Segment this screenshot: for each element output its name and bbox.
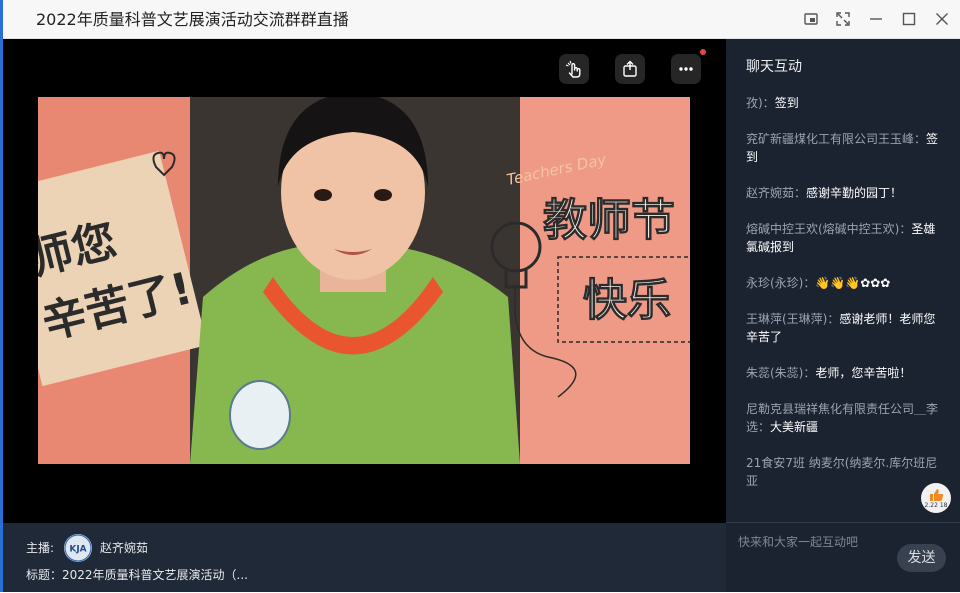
- video-frame[interactable]: 师您 辛苦了! Teachers Day 教师节 快乐: [38, 97, 690, 464]
- chat-text: 签到: [774, 96, 799, 110]
- video-player[interactable]: 师您 辛苦了! Teachers Day 教师节 快乐: [3, 39, 726, 523]
- avatar[interactable]: KJA: [64, 534, 92, 562]
- chat-message: 赵齐婉茹：感谢辛勤的园丁！: [746, 184, 946, 202]
- share-button[interactable]: [615, 54, 645, 84]
- send-button[interactable]: 发送: [897, 544, 946, 572]
- pin-window-icon[interactable]: [801, 9, 821, 29]
- chat-text: 感谢辛勤的园丁！: [806, 186, 903, 200]
- chat-sender: 永珍(永珍)：: [746, 276, 816, 290]
- hand-pointer-icon: [565, 60, 581, 78]
- gesture-button[interactable]: [559, 54, 589, 84]
- window-title: 2022年质量科普文艺展演活动交流群群直播: [36, 10, 349, 29]
- chat-message: 朱蕊(朱蕊)：老师，您辛苦啦！: [746, 364, 946, 382]
- chat-sender: 熔碱中控王欢(熔碱中控王欢)：: [746, 222, 912, 236]
- chat-text: 老师，您辛苦啦！: [815, 366, 912, 380]
- more-icon: [679, 67, 693, 71]
- host-label: 主播:: [26, 541, 55, 555]
- chat-text: 👋👋👋✿✿✿: [815, 276, 891, 290]
- chat-input-area: 快来和大家一起互动吧 发送: [726, 522, 960, 593]
- live-topic: 标题：2022年质量科普文艺展演活动（...: [26, 568, 248, 582]
- chat-sender: 朱蕊(朱蕊)：: [746, 366, 816, 380]
- chat-text: 大美新疆: [770, 420, 819, 434]
- chat-sender: 21食安7班 纳麦尔(纳麦尔.库尔班尼亚: [746, 456, 938, 488]
- avatar-logo-text: KJA: [69, 545, 86, 555]
- share-icon: [623, 60, 637, 77]
- title-bar: 2022年质量科普文艺展演活动交流群群直播: [3, 0, 960, 39]
- notification-dot: [700, 49, 706, 55]
- chat-message: 永珍(永珍)：👋👋👋✿✿✿: [746, 274, 946, 292]
- chat-sender: 王琳萍(王琳萍)：: [746, 312, 840, 326]
- chat-sender: 孜)：: [746, 96, 775, 110]
- close-icon[interactable]: [932, 9, 952, 29]
- host-info-bar: 主播: KJA 赵齐婉茹 标题：2022年质量科普文艺展演活动（...: [3, 523, 726, 592]
- fullscreen-icon[interactable]: [833, 9, 853, 29]
- chat-title: 聊天互动: [746, 59, 802, 75]
- chat-panel: 聊天互动 孜)：签到 兖矿新疆煤化工有限公司王玉峰：签到 赵齐婉茹：感谢辛勤的园…: [726, 39, 960, 592]
- video-content: 师您 辛苦了! Teachers Day 教师节 快乐: [38, 97, 690, 464]
- chat-message-list[interactable]: 孜)：签到 兖矿新疆煤化工有限公司王玉峰：签到 赵齐婉茹：感谢辛勤的园丁！ 熔碱…: [746, 94, 946, 522]
- minimize-icon[interactable]: [866, 9, 886, 29]
- chat-input[interactable]: 快来和大家一起互动吧: [738, 533, 858, 550]
- chat-sender: 兖矿新疆煤化工有限公司王玉峰：: [746, 132, 927, 146]
- like-button[interactable]: 2.22 18: [921, 483, 951, 513]
- more-options-button[interactable]: [671, 54, 701, 84]
- maximize-icon[interactable]: [899, 9, 919, 29]
- chat-message: 孜)：签到: [746, 94, 946, 112]
- chat-message: 兖矿新疆煤化工有限公司王玉峰：签到: [746, 130, 946, 166]
- chat-sender: 赵齐婉茹：: [746, 186, 807, 200]
- chat-message: 熔碱中控王欢(熔碱中控王欢)：圣雄氯碱报到: [746, 220, 946, 256]
- video-title-line-2: 快乐: [583, 275, 671, 326]
- host-name: 赵齐婉茹: [100, 541, 149, 555]
- video-title-line-1: 教师节: [543, 195, 675, 246]
- like-count: 2.22 18: [924, 502, 948, 509]
- chat-message: 21食安7班 纳麦尔(纳麦尔.库尔班尼亚: [746, 454, 946, 490]
- chat-message: 王琳萍(王琳萍)：感谢老师！老师您辛苦了: [746, 310, 946, 346]
- chat-message: 尼勒克县瑞祥焦化有限责任公司＿李选：大美新疆: [746, 400, 946, 436]
